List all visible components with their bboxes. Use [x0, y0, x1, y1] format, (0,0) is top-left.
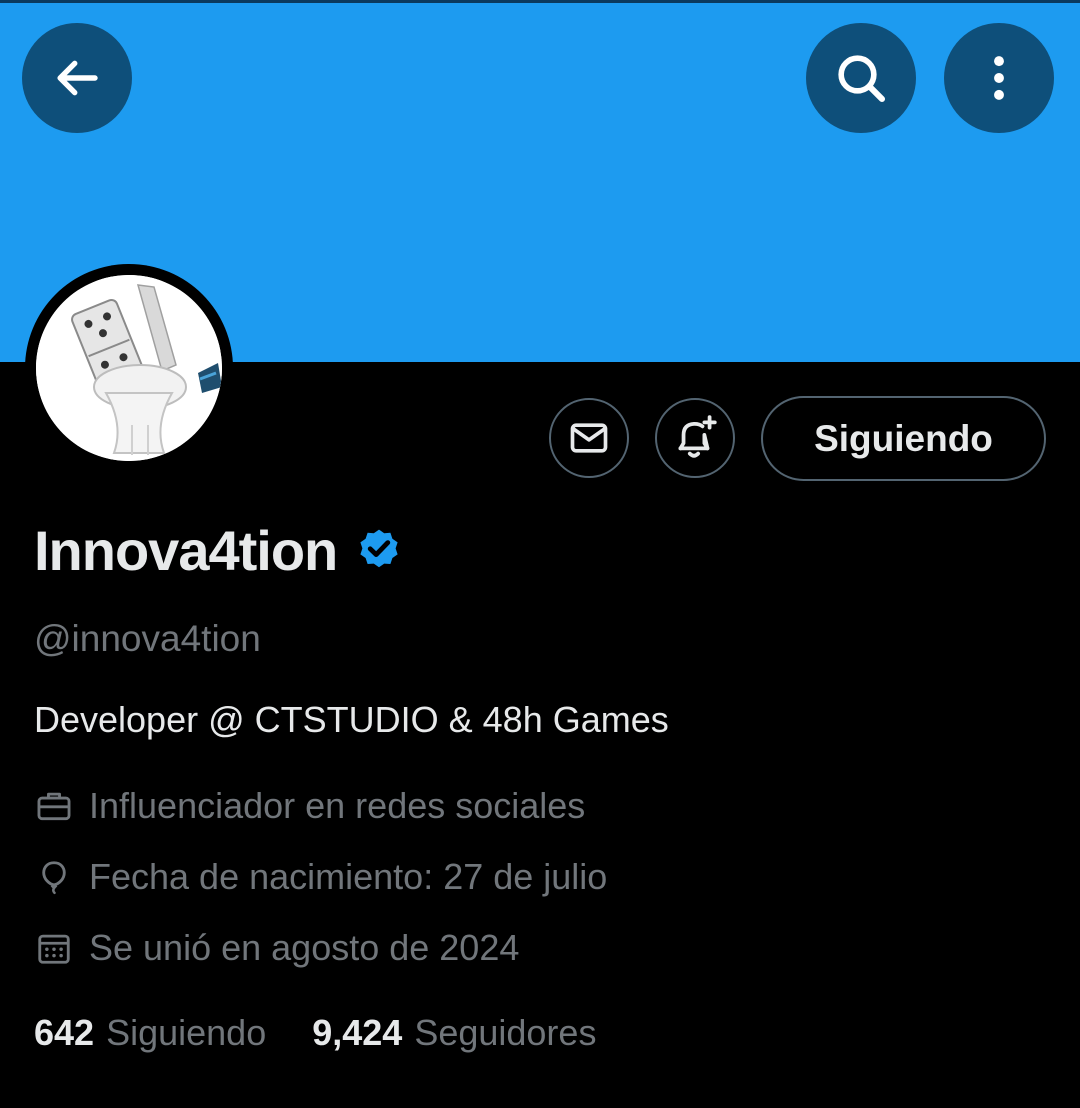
arrow-left-icon [57, 60, 98, 96]
more-options-button[interactable] [944, 23, 1054, 133]
notify-button[interactable] [655, 398, 735, 478]
display-name: Innova4tion [34, 518, 338, 582]
back-button[interactable] [22, 23, 132, 133]
category-text: Influenciador en redes sociales [89, 785, 586, 826]
following-button[interactable]: Siguiendo [761, 396, 1046, 481]
avatar [36, 275, 222, 461]
calendar-icon [34, 928, 74, 968]
join-date-text: Se unió en agosto de 2024 [89, 927, 520, 968]
birthday-text: Fecha de nacimiento: 27 de julio [89, 856, 608, 897]
profile-join-date: Se unió en agosto de 2024 [34, 923, 519, 973]
profile-category: Influenciador en redes sociales [34, 781, 585, 831]
envelope-icon [570, 423, 608, 453]
profile-handle: @innova4tion [34, 618, 261, 659]
search-button[interactable] [806, 23, 916, 133]
message-button[interactable] [549, 398, 629, 478]
avatar-frame[interactable] [25, 264, 233, 472]
balloon-icon [34, 857, 74, 897]
display-name-row: Innova4tion [34, 512, 403, 588]
status-divider [0, 0, 1080, 3]
following-label: Siguiendo [106, 1012, 267, 1053]
profile-bio: Developer @ CTSTUDIO & 48h Games [34, 699, 669, 740]
followers-label: Seguidores [414, 1012, 597, 1053]
follow-stats: 642 Siguiendo 9,424 Seguidores [34, 1008, 596, 1058]
followers-count: 9,424 [312, 1012, 403, 1053]
following-count-link[interactable]: 642 Siguiendo [34, 1012, 266, 1054]
more-vertical-icon [994, 56, 1004, 100]
briefcase-icon [34, 786, 74, 826]
profile-birthday: Fecha de nacimiento: 27 de julio [34, 852, 607, 902]
following-count: 642 [34, 1012, 95, 1053]
avatar-image [36, 275, 222, 461]
search-icon [838, 55, 886, 103]
verified-badge-icon[interactable] [355, 526, 403, 574]
followers-count-link[interactable]: 9,424 Seguidores [312, 1012, 596, 1054]
bell-plus-icon [678, 415, 717, 458]
